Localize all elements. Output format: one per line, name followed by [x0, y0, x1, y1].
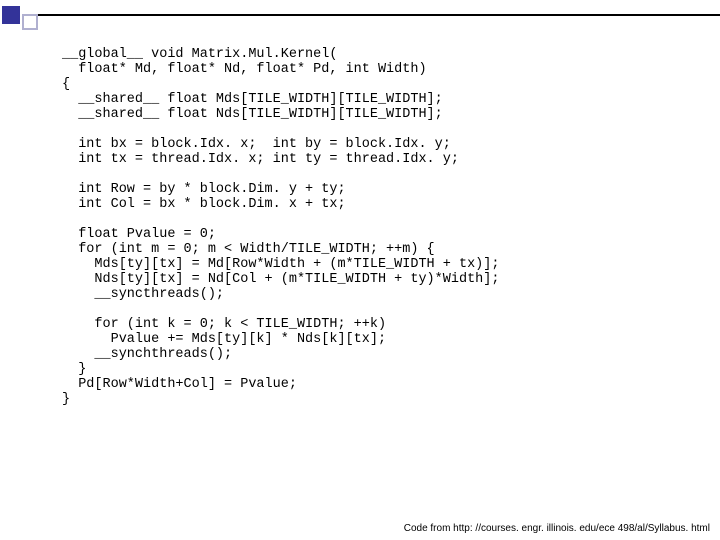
- code-line: int tx = thread.Idx. x; int ty = thread.…: [62, 152, 459, 167]
- code-block: __global__ void Matrix.Mul.Kernel( float…: [62, 32, 700, 407]
- code-line: }: [62, 362, 86, 377]
- code-line: __syncthreads();: [62, 287, 224, 302]
- code-line: Mds[ty][tx] = Md[Row*Width + (m*TILE_WID…: [62, 257, 499, 272]
- code-line: __shared__ float Mds[TILE_WIDTH][TILE_WI…: [62, 92, 443, 107]
- code-line: __shared__ float Nds[TILE_WIDTH][TILE_WI…: [62, 107, 443, 122]
- code-line: float* Md, float* Nd, float* Pd, int Wid…: [62, 62, 427, 77]
- code-line: for (int k = 0; k < TILE_WIDTH; ++k): [62, 317, 386, 332]
- code-line: }: [62, 392, 70, 407]
- code-line: __synchthreads();: [62, 347, 232, 362]
- code-line: for (int m = 0; m < Width/TILE_WIDTH; ++…: [62, 242, 435, 257]
- square-solid-icon: [2, 6, 20, 24]
- source-footnote: Code from http: //courses. engr. illinoi…: [404, 523, 710, 534]
- code-line: Nds[ty][tx] = Nd[Col + (m*TILE_WIDTH + t…: [62, 272, 499, 287]
- code-line: {: [62, 77, 70, 92]
- slide: __global__ void Matrix.Mul.Kernel( float…: [0, 0, 720, 540]
- code-line: float Pvalue = 0;: [62, 227, 216, 242]
- corner-decoration: [0, 0, 38, 30]
- code-line: int Row = by * block.Dim. y + ty;: [62, 182, 346, 197]
- code-line: Pd[Row*Width+Col] = Pvalue;: [62, 377, 297, 392]
- horizontal-rule: [38, 14, 720, 16]
- code-line: Pvalue += Mds[ty][k] * Nds[k][tx];: [62, 332, 386, 347]
- code-line: int Col = bx * block.Dim. x + tx;: [62, 197, 346, 212]
- code-line: __global__ void Matrix.Mul.Kernel(: [62, 47, 337, 62]
- square-outline-icon: [22, 14, 38, 30]
- code-line: int bx = block.Idx. x; int by = block.Id…: [62, 137, 451, 152]
